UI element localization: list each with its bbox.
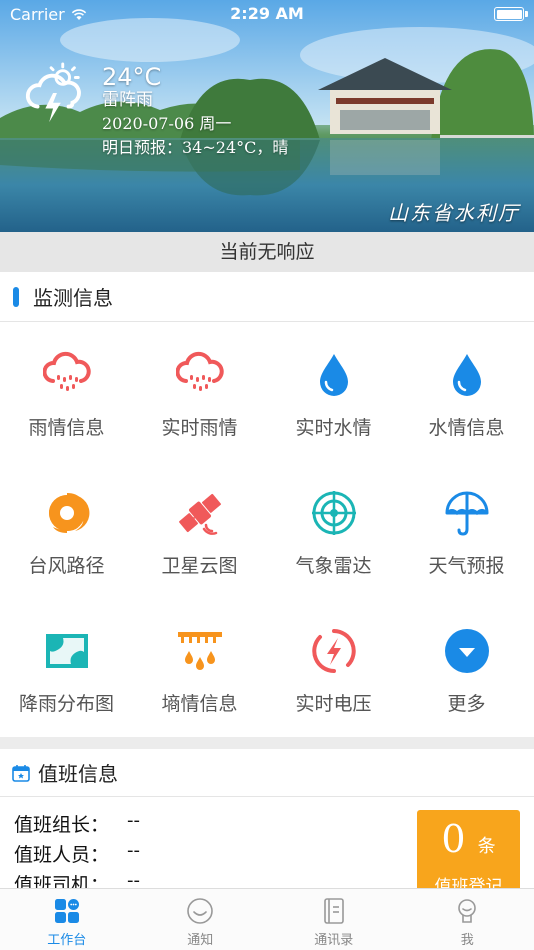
contacts-icon — [323, 898, 344, 924]
soil-moisture-icon — [177, 632, 222, 670]
grid-item-label: 实时电压 — [295, 693, 372, 715]
tab-bar: 工作台 通知 通讯录 我 — [0, 888, 534, 950]
duty-register-button[interactable]: 0 条 值班登记 — [417, 810, 520, 888]
duty-row-leader: 值班组长： -- — [14, 810, 140, 837]
duty-section-header: 值班信息 — [0, 749, 534, 797]
grid-item-label: 墒情信息 — [161, 693, 238, 715]
tab-label: 通知 — [187, 933, 214, 948]
grid-item-label: 降雨分布图 — [18, 693, 114, 715]
radar-icon — [311, 491, 356, 535]
register-label: 值班登记 — [434, 877, 503, 888]
satellite-icon — [178, 493, 221, 535]
weather-widget: 24°C 雷阵雨 2020-07-06 周一 明日预报：34~24°C，晴 — [24, 62, 288, 160]
duty-label: 值班司机： — [14, 874, 110, 888]
grid-item-label: 雨情信息 — [28, 417, 105, 439]
register-count: 0 — [441, 817, 466, 861]
tab-label: 我 — [460, 933, 474, 948]
rain-cloud-icon — [175, 351, 224, 391]
grid-item-rain-distribution[interactable]: 降雨分布图 — [0, 599, 133, 737]
weather-condition: 雷阵雨 — [102, 90, 153, 110]
grid-item-label: 台风路径 — [28, 555, 105, 577]
more-chevron-icon — [444, 629, 489, 673]
grid-item-label: 更多 — [447, 693, 486, 715]
voltage-icon — [311, 629, 356, 673]
monitor-section-header: 监测信息 — [0, 272, 534, 322]
response-status-bar: 当前无响应 — [0, 232, 534, 272]
thunderstorm-icon — [25, 62, 81, 123]
duty-row-driver: 值班司机： -- — [14, 870, 140, 888]
grid-item-weather-forecast[interactable]: 天气预报 — [400, 461, 533, 599]
notification-icon — [187, 898, 214, 924]
grid-item-water-info[interactable]: 水情信息 — [400, 323, 533, 461]
duty-row-staff: 值班人员： -- — [14, 840, 140, 867]
monitor-grid: 雨情信息 实时雨情 实时水情 水情信息 台风路径 卫星云图 气象雷达 天气预报 … — [0, 323, 534, 737]
calendar-icon — [12, 764, 30, 782]
grid-item-label: 天气预报 — [428, 555, 505, 577]
weather-date: 2020-07-06 周一 — [102, 114, 232, 133]
grid-item-label: 水情信息 — [428, 417, 505, 439]
grid-item-soil-moisture[interactable]: 墒情信息 — [133, 599, 266, 737]
map-icon — [45, 634, 88, 668]
grid-item-label: 卫星云图 — [161, 555, 238, 577]
grid-item-more[interactable]: 更多 — [400, 599, 533, 737]
section-accent-bar — [13, 286, 19, 307]
weather-banner: 24°C 雷阵雨 2020-07-06 周一 明日预报：34~24°C，晴 山东… — [0, 0, 534, 232]
tab-label: 工作台 — [47, 933, 87, 948]
tab-label: 通讯录 — [314, 933, 354, 948]
umbrella-icon — [445, 491, 488, 536]
grid-item-realtime-voltage[interactable]: 实时电压 — [267, 599, 400, 737]
grid-item-label: 实时水情 — [295, 417, 372, 439]
grid-item-label: 实时雨情 — [161, 417, 238, 439]
grid-item-satellite[interactable]: 卫星云图 — [133, 461, 266, 599]
workbench-icon — [54, 899, 79, 923]
duty-info: 值班组长： -- 值班人员： -- 值班司机： -- 0 条 值班登记 — [0, 798, 534, 888]
duty-value: -- — [127, 840, 141, 861]
grid-item-label: 气象雷达 — [295, 555, 372, 577]
weather-forecast: 明日预报：34~24°C，晴 — [102, 138, 289, 157]
tab-contacts[interactable]: 通讯录 — [267, 889, 401, 950]
duty-value: -- — [127, 810, 141, 831]
rain-cloud-icon — [42, 351, 91, 391]
typhoon-icon — [48, 493, 89, 533]
org-logo-text: 山东省水利厅 — [388, 201, 520, 225]
section-divider — [0, 737, 534, 749]
duty-value: -- — [127, 870, 141, 888]
duty-label: 值班组长： — [14, 814, 110, 836]
duty-label: 值班人员： — [14, 844, 110, 866]
grid-item-realtime-water[interactable]: 实时水情 — [267, 323, 400, 461]
water-drop-icon — [452, 354, 481, 396]
tab-notification[interactable]: 通知 — [134, 889, 268, 950]
battery-icon — [494, 7, 528, 21]
tab-workbench[interactable]: 工作台 — [0, 889, 134, 950]
grid-item-typhoon-path[interactable]: 台风路径 — [0, 461, 133, 599]
tab-profile[interactable]: 我 — [401, 889, 534, 950]
clock: 2:29 AM — [230, 4, 304, 23]
profile-icon — [458, 899, 477, 923]
monitor-section-title: 监测信息 — [33, 286, 113, 310]
status-bar: Carrier 2:29 AM — [0, 0, 534, 28]
grid-item-weather-radar[interactable]: 气象雷达 — [267, 461, 400, 599]
grid-item-rain-info[interactable]: 雨情信息 — [0, 323, 133, 461]
water-drop-icon — [319, 354, 348, 396]
grid-item-realtime-rain[interactable]: 实时雨情 — [133, 323, 266, 461]
register-unit: 条 — [477, 836, 496, 857]
duty-section-title: 值班信息 — [38, 762, 118, 786]
